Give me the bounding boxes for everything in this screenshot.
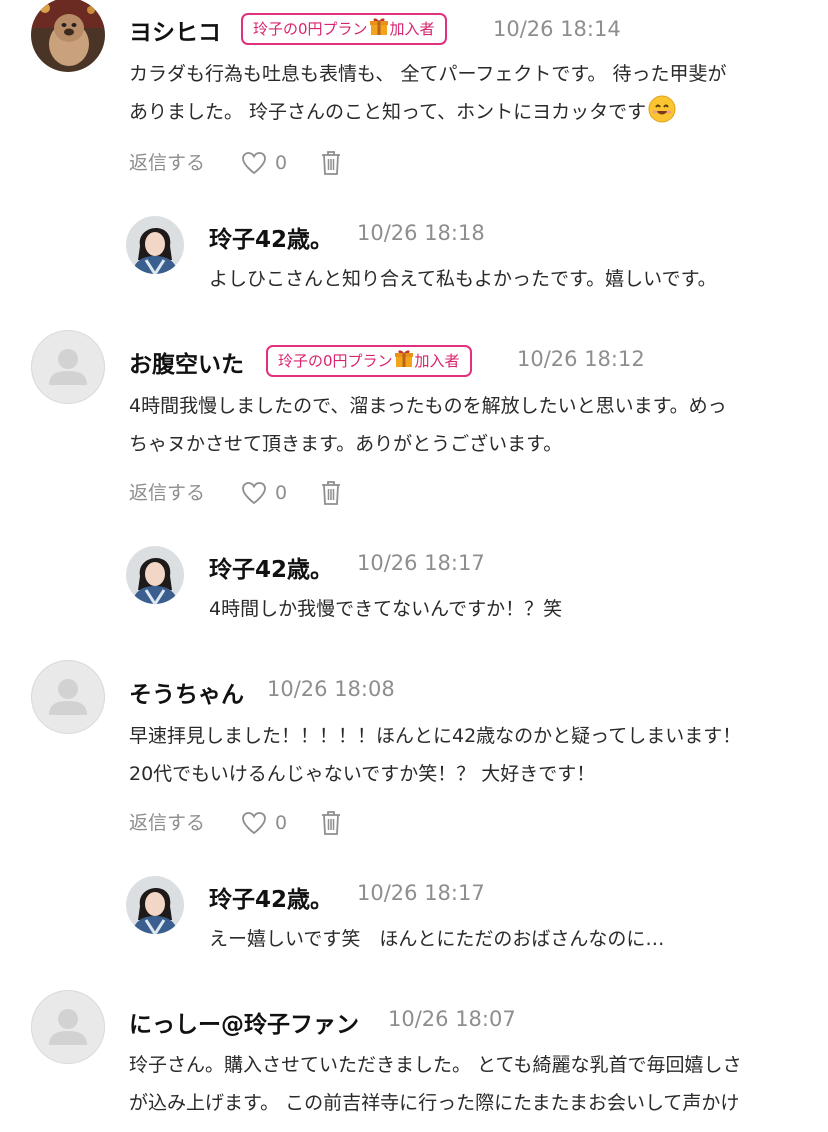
reply-button[interactable]: 返信する bbox=[129, 148, 205, 178]
commenter-name[interactable]: そうちゃん bbox=[129, 675, 244, 709]
comment-time: 10/26 18:12 bbox=[517, 347, 645, 371]
default-avatar-icon[interactable] bbox=[31, 660, 105, 734]
comment-line: ちゃヌかさせて頂きます。ありがとうございます。 bbox=[129, 433, 563, 455]
trash-icon[interactable] bbox=[320, 479, 342, 511]
plan-badge: 玲子の0円プラン 加入者 bbox=[241, 13, 447, 45]
comment-line: 早速拝見しました！！！！！ほんとに42歳なのかと疑ってしまいます！ bbox=[129, 725, 742, 747]
reply-text: 4時間しか我慢できてないんですか！？笑 bbox=[209, 598, 563, 620]
reply-author-name[interactable]: 玲子42歳。 bbox=[209, 880, 333, 914]
heart-icon[interactable] bbox=[241, 811, 267, 840]
default-avatar-icon[interactable] bbox=[31, 990, 105, 1064]
like-count: 0 bbox=[275, 482, 288, 504]
gift-icon bbox=[394, 349, 414, 378]
gift-icon bbox=[369, 17, 389, 46]
comment-line: ありました。 玲子さんのこと知って、ホントにヨカッタです bbox=[129, 101, 647, 123]
commenter-name[interactable]: ヨシヒコ bbox=[129, 13, 221, 47]
comment-time: 10/26 18:08 bbox=[267, 677, 395, 701]
reply-text: えー嬉しいです笑 ほんとにただのおばさんなのに… bbox=[209, 928, 665, 950]
reply-time: 10/26 18:17 bbox=[357, 881, 485, 905]
heart-icon[interactable] bbox=[241, 151, 267, 180]
trash-icon[interactable] bbox=[320, 149, 342, 181]
user-avatar[interactable] bbox=[31, 0, 105, 72]
comment-line: が込み上げます。 この前吉祥寺に行った際にたまたまお会いして声かけ bbox=[129, 1092, 740, 1114]
author-avatar[interactable] bbox=[126, 546, 184, 604]
heart-icon[interactable] bbox=[241, 481, 267, 510]
reply-text: よしひこさんと知り合えて私もよかったです。嬉しいです。 bbox=[209, 268, 717, 290]
comment-text: カラダも行為も吐息も表情も、 全てパーフェクトです。 待った甲斐が ありました。… bbox=[129, 55, 726, 136]
author-avatar[interactable] bbox=[126, 216, 184, 274]
commenter-name[interactable]: にっしー@玲子ファン bbox=[129, 1005, 359, 1039]
reply-button[interactable]: 返信する bbox=[129, 478, 205, 508]
reply-author-name[interactable]: 玲子42歳。 bbox=[209, 220, 333, 254]
comment-time: 10/26 18:14 bbox=[493, 17, 621, 41]
commenter-name[interactable]: お腹空いた bbox=[129, 345, 244, 379]
reply-time: 10/26 18:18 bbox=[357, 221, 485, 245]
comment-line: 玲子さん。購入させていただきました。 とても綺麗な乳首で毎回嬉しさ bbox=[129, 1054, 742, 1076]
comment-text: 玲子さん。購入させていただきました。 とても綺麗な乳首で毎回嬉しさ が込み上げま… bbox=[129, 1046, 742, 1122]
badge-label: 玲子の0円プラン bbox=[253, 20, 368, 38]
comment-time: 10/26 18:07 bbox=[388, 1007, 516, 1031]
reply-time: 10/26 18:17 bbox=[357, 551, 485, 575]
like-count: 0 bbox=[275, 152, 288, 174]
comment-text: 4時間我慢しましたので、溜まったものを解放したいと思います。めっ ちゃヌかさせて… bbox=[129, 387, 727, 463]
trash-icon[interactable] bbox=[320, 809, 342, 841]
badge-label: 玲子の0円プラン bbox=[278, 352, 393, 370]
plan-badge: 玲子の0円プラン 加入者 bbox=[266, 345, 472, 377]
comment-line: カラダも行為も吐息も表情も、 全てパーフェクトです。 待った甲斐が bbox=[129, 63, 727, 85]
author-avatar[interactable] bbox=[126, 876, 184, 934]
comment-text: 早速拝見しました！！！！！ほんとに42歳なのかと疑ってしまいます！ 20代でもい… bbox=[129, 717, 741, 793]
reply-button[interactable]: 返信する bbox=[129, 808, 205, 838]
badge-suffix: 加入者 bbox=[389, 20, 435, 38]
like-count: 0 bbox=[275, 812, 288, 834]
reply-author-name[interactable]: 玲子42歳。 bbox=[209, 550, 333, 584]
comment-line: 4時間我慢しましたので、溜まったものを解放したいと思います。めっ bbox=[129, 395, 727, 417]
badge-suffix: 加入者 bbox=[414, 352, 460, 370]
comment-line: 20代でもいけるんじゃないですか笑！？ 大好きです！ bbox=[129, 763, 596, 785]
default-avatar-icon[interactable] bbox=[31, 330, 105, 404]
comment-line-emoji: ありました。 玲子さんのこと知って、ホントにヨカッタです bbox=[129, 93, 726, 136]
smile-emoji-icon bbox=[648, 95, 676, 136]
